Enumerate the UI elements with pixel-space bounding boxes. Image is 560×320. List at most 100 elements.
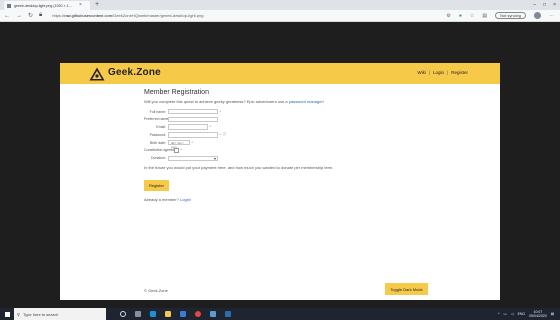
close-window-button[interactable]: ×: [553, 0, 556, 10]
clock[interactable]: 10:07 05/04/2020: [529, 310, 547, 318]
password-manager-link[interactable]: password manager!: [289, 99, 324, 104]
new-tab-button[interactable]: +: [95, 0, 99, 10]
constitution-checkbox[interactable]: [174, 147, 179, 153]
favorites-icon[interactable]: ☆: [470, 13, 474, 19]
task-view-icon[interactable]: [135, 311, 141, 317]
nav-wiki-link[interactable]: Wiki: [417, 70, 426, 75]
translate-icon[interactable]: ⚙︎: [446, 13, 450, 19]
register-button[interactable]: Register: [144, 179, 169, 191]
page-favicon-icon: [7, 3, 11, 8]
birth-date-row: Birth date: dd / mm / yyyy *: [144, 139, 474, 149]
preferred-name-row: Preferred name:: [144, 116, 474, 123]
full-name-field[interactable]: [168, 108, 218, 115]
browser-tab-strip: geeek-desktop-light.png (1920 × 1... × +…: [0, 0, 560, 10]
payment-note: In the future you would put your payment…: [144, 164, 334, 170]
birth-date-label: Birth date:: [150, 140, 166, 145]
volume-icon[interactable]: ◁: [511, 312, 514, 316]
more-menu-icon[interactable]: ⋯: [549, 13, 554, 19]
not-syncing-button[interactable]: Not syncing: [495, 12, 526, 19]
required-marker: *: [219, 132, 221, 137]
already-member-text: Already a member? Login!: [144, 197, 474, 202]
registration-form: Member Registration Will you complete th…: [144, 89, 474, 202]
file-explorer-icon[interactable]: [165, 311, 171, 317]
login-link[interactable]: Login!: [180, 197, 191, 202]
intro-text-body: Will you complete this quest to achieve …: [144, 99, 288, 104]
toggle-dark-mode-button[interactable]: Toggle Dark Mode: [385, 283, 428, 295]
profile-avatar[interactable]: [534, 12, 541, 19]
url-field[interactable]: https://raw.githubusercontent.com/GeekZo…: [52, 13, 203, 18]
maximize-button[interactable]: □: [543, 0, 546, 10]
taskbar-search-placeholder: Type here to search: [22, 311, 59, 317]
address-bar-row: ← → ↻ 🔒︎ https://raw.githubusercontent.c…: [0, 10, 560, 22]
geek-zone-logo-icon[interactable]: [89, 67, 105, 81]
tray-lang[interactable]: ENG: [518, 312, 526, 316]
page-title: Member Registration: [144, 89, 209, 96]
email-field[interactable]: [168, 124, 208, 130]
network-icon[interactable]: ▭: [504, 312, 507, 316]
back-arrow-icon[interactable]: ←: [4, 13, 10, 19]
search-icon: ⚲: [17, 311, 20, 317]
birth-date-field[interactable]: dd / mm / yyyy: [168, 139, 190, 149]
tray-chevron-up-icon[interactable]: ^: [498, 312, 500, 316]
required-marker: *: [219, 109, 221, 114]
password-field[interactable]: [168, 132, 218, 138]
browser-tab[interactable]: geeek-desktop-light.png (1920 × 1... ×: [4, 1, 90, 10]
required-marker: *: [180, 148, 182, 153]
start-button[interactable]: [0, 308, 14, 320]
nav-register-link[interactable]: Register: [451, 70, 468, 75]
email-row: Email: *: [144, 124, 474, 131]
chevron-down-icon: ▾: [213, 155, 216, 161]
minimize-button[interactable]: –: [533, 0, 536, 10]
cortana-icon[interactable]: [120, 311, 126, 317]
full-name-label: Full name:: [149, 109, 166, 114]
required-marker: *: [209, 125, 211, 130]
url-host: raw.githubusercontent.com: [64, 13, 113, 18]
lock-icon: 🔒︎: [39, 12, 43, 18]
store-icon[interactable]: [180, 311, 186, 317]
site-brand[interactable]: Geek.Zone: [108, 67, 161, 78]
notifications-icon[interactable]: ▤: [551, 312, 554, 316]
taskbar-apps: [120, 311, 231, 317]
clock-date: 05/04/2020: [529, 314, 547, 318]
password-info-icon[interactable]: ⓘ: [223, 132, 227, 137]
extension-icon[interactable]: ●: [459, 13, 462, 19]
edge-browser-icon[interactable]: [150, 311, 156, 317]
nav-separator: |: [428, 70, 431, 75]
preferred-name-field[interactable]: [168, 116, 218, 123]
intro-text: Will you complete this quest to achieve …: [144, 99, 474, 104]
mail-icon[interactable]: [210, 311, 216, 317]
window-controls: – □ ×: [533, 0, 556, 10]
page-viewport: Geek.Zone Wiki | Login | Register Member…: [0, 23, 560, 308]
site-header: Geek.Zone Wiki | Login | Register: [60, 63, 500, 84]
forward-arrow-icon[interactable]: →: [16, 13, 22, 19]
password-row: Password: * ⓘ: [144, 131, 474, 138]
url-prefix: https://: [52, 13, 65, 18]
password-label: Password:: [149, 132, 166, 137]
windows-logo-icon: [4, 311, 10, 317]
refresh-icon[interactable]: ↻: [28, 12, 33, 19]
site-card: Geek.Zone Wiki | Login | Register Member…: [60, 63, 500, 300]
taskbar: ⚲ Type here to search ^ ▭ ◁ ENG 10:07 05/…: [0, 308, 560, 320]
nav-login-link[interactable]: Login: [433, 70, 444, 75]
required-marker: *: [191, 140, 193, 145]
email-label: Email:: [156, 125, 166, 130]
taskbar-search[interactable]: ⚲ Type here to search: [14, 308, 106, 320]
donation-label: Donation:: [151, 156, 166, 161]
donation-row: Donation: ▾: [144, 155, 474, 162]
system-tray: ^ ▭ ◁ ENG 10:07 05/04/2020 ▤: [498, 308, 554, 320]
browser-toolbar: ⚙︎ ● ☆ ▤ Not syncing ⋯: [446, 12, 554, 19]
chrome-icon[interactable]: [195, 311, 201, 317]
vscode-icon[interactable]: [225, 311, 231, 317]
constitution-label: Constitution agreed:: [144, 148, 176, 153]
constitution-row: Constitution agreed: *: [144, 147, 474, 154]
url-path: /GeekZoneHQ/web/master/geeek-desktop-lig…: [112, 13, 204, 18]
already-member-label: Already a member?: [144, 196, 179, 202]
tab-close-icon[interactable]: ×: [79, 3, 82, 8]
collections-icon[interactable]: ▤: [482, 13, 487, 19]
nav-separator: |: [447, 70, 449, 75]
preferred-name-label: Preferred name:: [144, 117, 170, 122]
tab-title: geeek-desktop-light.png (1920 × 1...: [14, 3, 72, 8]
donation-select[interactable]: ▾: [168, 155, 218, 162]
full-name-row: Full name: *: [144, 108, 474, 115]
footer-copyright: © Geek.Zone: [144, 288, 168, 293]
